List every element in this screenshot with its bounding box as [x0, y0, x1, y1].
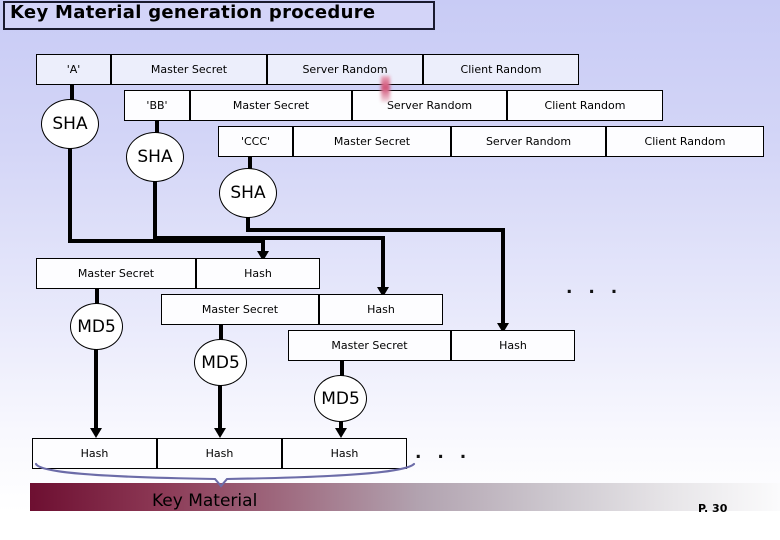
md5-node-3: MD5 [314, 375, 367, 422]
md5-node-1: MD5 [70, 303, 123, 350]
row1-cell-1: 'A' [36, 54, 111, 85]
sha2-out-horizontal [153, 236, 385, 240]
sha3-out-horizontal [246, 228, 505, 232]
row1-cell-2: Master Secret [111, 54, 267, 85]
md5-2-arrowhead [214, 428, 226, 438]
row1-cell-3: Server Random [267, 54, 423, 85]
row2-cell-2: Master Secret [190, 90, 352, 121]
slide-canvas: Key Material generation procedure 'A' Ma… [0, 0, 780, 540]
sha-node-1: SHA [41, 99, 99, 149]
midrow2-cell-hash: Hash [319, 294, 443, 325]
sha2-drop-vertical [381, 236, 385, 291]
sha1-out-vertical [68, 147, 72, 243]
row3-cell-4: Client Random [606, 126, 764, 157]
row2-cell-3: Server Random [352, 90, 507, 121]
page-title: Key Material generation procedure [10, 2, 376, 23]
page-number: P. 30 [698, 502, 728, 515]
md5-3-arrowhead [335, 428, 347, 438]
ellipsis-bottom: . . . [415, 443, 472, 463]
sha2-out-vertical [153, 180, 157, 240]
row3-cell-1: 'CCC' [218, 126, 293, 157]
pink-cursor-marker [381, 76, 390, 102]
md5-1-out-vertical [94, 348, 98, 434]
midrow1-cell-master-secret: Master Secret [36, 258, 196, 289]
row1-cell-4: Client Random [423, 54, 579, 85]
midrow1-cell-hash: Hash [196, 258, 320, 289]
key-material-label: Key Material [152, 491, 258, 511]
midrow2-cell-master-secret: Master Secret [161, 294, 319, 325]
sha3-drop-vertical [501, 228, 505, 327]
row2-cell-1: 'BB' [124, 90, 190, 121]
row2-cell-4: Client Random [507, 90, 663, 121]
sha-node-2: SHA [126, 132, 184, 182]
curly-brace-icon [34, 462, 416, 488]
md5-1-arrowhead [90, 428, 102, 438]
midrow3-cell-master-secret: Master Secret [288, 330, 451, 361]
sha-node-3: SHA [219, 168, 277, 218]
md5-node-2: MD5 [194, 339, 247, 386]
md5-2-out-vertical [218, 384, 222, 434]
row3-cell-3: Server Random [451, 126, 606, 157]
ellipsis-mid: . . . [566, 278, 623, 298]
midrow3-cell-hash: Hash [451, 330, 575, 361]
row3-cell-2: Master Secret [293, 126, 451, 157]
